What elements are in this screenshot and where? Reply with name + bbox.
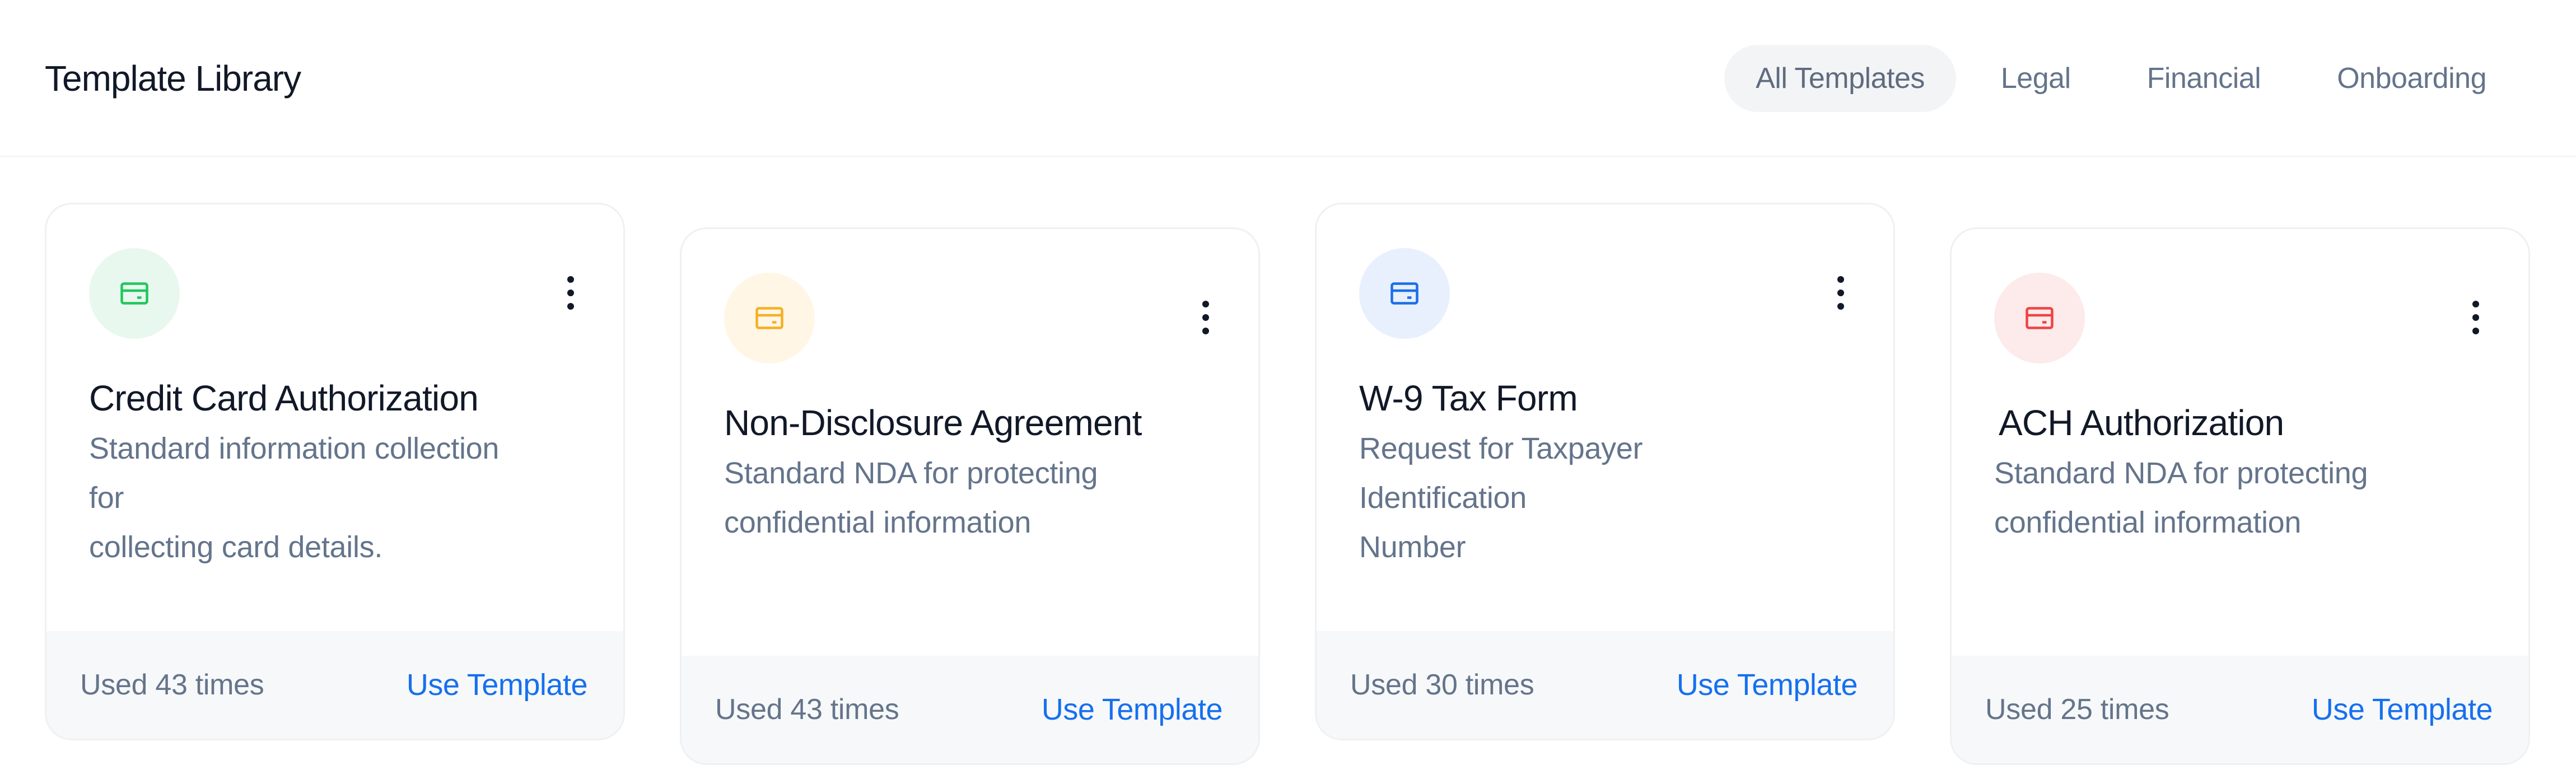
- more-options-icon[interactable]: [564, 276, 577, 310]
- template-card-non-disclosure-agreement: Non-Disclosure Agreement Standard NDA fo…: [680, 227, 1260, 765]
- template-title: Non-Disclosure Agreement: [724, 403, 1142, 443]
- template-card-footer: Used 43 times Use Template: [46, 631, 623, 739]
- tab-financial[interactable]: Financial: [2116, 45, 2293, 112]
- template-description: Standard NDA for protecting confidential…: [1994, 456, 2368, 539]
- usage-count: Used 25 times: [1985, 693, 2169, 726]
- usage-count: Used 43 times: [715, 693, 899, 726]
- template-title: Credit Card Authorization: [89, 378, 479, 418]
- tab-legal[interactable]: Legal: [1970, 45, 2102, 112]
- template-title: W-9 Tax Form: [1359, 378, 1578, 418]
- use-template-link[interactable]: Use Template: [2312, 692, 2493, 727]
- template-title: ACH Authorization: [1999, 403, 2284, 443]
- template-card-footer: Used 30 times Use Template: [1317, 631, 1893, 739]
- template-card-footer: Used 25 times Use Template: [1952, 656, 2528, 763]
- tab-onboarding[interactable]: Onboarding: [2306, 45, 2518, 112]
- template-card-icon-wrapper: [724, 273, 815, 363]
- template-card-icon-wrapper: [1359, 248, 1450, 339]
- template-card-ach-authorization: ACH Authorization Standard NDA for prote…: [1950, 227, 2530, 765]
- use-template-link[interactable]: Use Template: [1042, 692, 1223, 727]
- more-options-icon[interactable]: [1199, 301, 1212, 334]
- template-description: Standard NDA for protecting confidential…: [724, 456, 1098, 539]
- template-card-w9-tax-form: W-9 Tax Form Request for Taxpayer Identi…: [1315, 203, 1895, 740]
- more-options-icon[interactable]: [1834, 276, 1847, 310]
- card-icon: [2026, 307, 2054, 329]
- template-description: Standard information collection for coll…: [89, 432, 500, 564]
- card-icon: [1390, 282, 1418, 305]
- usage-count: Used 30 times: [1350, 669, 1534, 701]
- template-description: Request for Taxpayer Identification Numb…: [1359, 432, 1643, 564]
- filter-tabs: All Templates Legal Financial Onboarding: [1724, 45, 2518, 112]
- template-card-footer: Used 43 times Use Template: [682, 656, 1258, 763]
- page-header: Template Library All Templates Legal Fin…: [0, 0, 2576, 157]
- card-icon: [755, 307, 783, 329]
- page-title: Template Library: [45, 58, 301, 99]
- template-card-icon-wrapper: [89, 248, 180, 339]
- use-template-link[interactable]: Use Template: [1677, 668, 1858, 702]
- tab-all-templates[interactable]: All Templates: [1724, 45, 1956, 112]
- use-template-link[interactable]: Use Template: [407, 668, 588, 702]
- more-options-icon[interactable]: [2469, 301, 2482, 334]
- card-icon: [120, 282, 148, 305]
- template-card-icon-wrapper: [1994, 273, 2085, 363]
- usage-count: Used 43 times: [80, 669, 264, 701]
- template-card-credit-card-authorization: Credit Card Authorization Standard infor…: [45, 203, 625, 740]
